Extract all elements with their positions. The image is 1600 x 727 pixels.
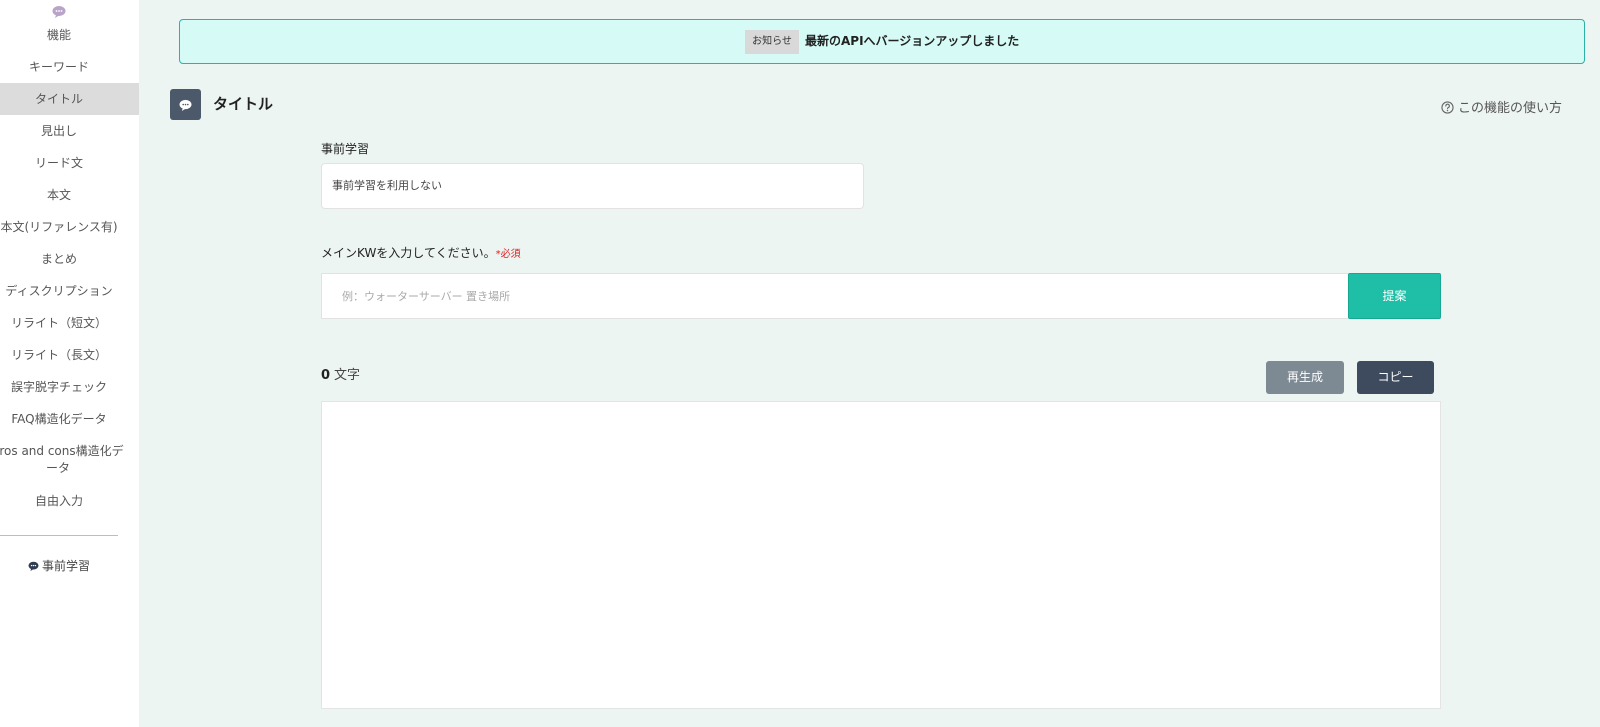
char-count-value: 0: [321, 368, 331, 383]
pretrain-label: 事前学習: [321, 142, 370, 156]
sidebar-item-label: 見出し: [40, 124, 77, 138]
pretrain-select[interactable]: 事前学習を利用しない: [321, 163, 864, 209]
output-textarea[interactable]: [321, 401, 1441, 709]
sidebar-item-label: ディスクリプション: [5, 284, 113, 298]
notice-message: 最新のAPIへバージョンアップしました: [805, 34, 1020, 48]
pretrain-select-value: 事前学習を利用しない: [332, 179, 442, 192]
sidebar-item-label: リード文: [34, 156, 83, 170]
sidebar-item-pros-cons-structured[interactable]: Pros and cons構造化データ: [0, 435, 139, 485]
sidebar-item-label: まとめ: [40, 252, 77, 266]
notice-banner: お知らせ 最新のAPIへバージョンアップしました: [179, 19, 1585, 64]
chat-bubble-icon: [28, 561, 39, 571]
kw-label: メインKWを入力してください。*必須: [321, 244, 521, 261]
question-circle-icon: [1441, 101, 1454, 114]
page-title: タイトル: [213, 95, 274, 113]
sidebar-item-body[interactable]: 本文: [0, 179, 139, 211]
char-count: 0 文字: [321, 364, 360, 383]
sidebar: 機能 キーワード タイトル 見出し リード文 本文 本文(リファレンス有) まと…: [0, 0, 139, 727]
sidebar-item-keyword[interactable]: キーワード: [0, 51, 139, 83]
chat-bubble-icon: [170, 89, 201, 120]
chat-bubble-glyph: [179, 99, 192, 111]
copy-button[interactable]: コピー: [1357, 361, 1434, 394]
sidebar-pretrain-label: 事前学習: [41, 559, 90, 573]
sidebar-pretrain-link[interactable]: 事前学習: [0, 557, 118, 574]
notice-badge: お知らせ: [745, 30, 799, 54]
sidebar-item-label: 本文: [46, 188, 71, 202]
sidebar-divider: [0, 535, 118, 536]
sidebar-item-title[interactable]: タイトル: [0, 83, 139, 115]
sidebar-item-description[interactable]: ディスクリプション: [0, 275, 139, 307]
sidebar-item-rewrite-short[interactable]: リライト（短文）: [0, 307, 139, 339]
sidebar-item-lead[interactable]: リード文: [0, 147, 139, 179]
sidebar-item-label: 自由入力: [34, 494, 83, 508]
sidebar-item-label: タイトル: [34, 92, 83, 106]
suggest-button[interactable]: 提案: [1348, 273, 1441, 319]
sidebar-item-label: 誤字脱字チェック: [10, 380, 107, 394]
sidebar-item-label: 本文(リファレンス有): [0, 220, 118, 234]
char-count-unit: 文字: [334, 368, 361, 383]
sidebar-item-typo-check[interactable]: 誤字脱字チェック: [0, 371, 139, 403]
sidebar-item-free-input[interactable]: 自由入力: [0, 485, 139, 517]
sidebar-header: 機能: [46, 28, 71, 42]
sidebar-item-label: Pros and cons構造化データ: [0, 444, 124, 475]
main-keyword-input[interactable]: [321, 273, 1348, 319]
sidebar-menu: キーワード タイトル 見出し リード文 本文 本文(リファレンス有) まとめ デ…: [0, 51, 139, 517]
sidebar-item-rewrite-long[interactable]: リライト（長文）: [0, 339, 139, 371]
help-link-label: この機能の使い方: [1458, 101, 1563, 116]
sidebar-item-headings[interactable]: 見出し: [0, 115, 139, 147]
sidebar-item-label: キーワード: [28, 60, 89, 74]
kw-label-text: メインKWを入力してください。: [321, 246, 496, 260]
sidebar-item-label: FAQ構造化データ: [11, 412, 107, 426]
sidebar-item-summary[interactable]: まとめ: [0, 243, 139, 275]
sidebar-item-label: リライト（長文）: [10, 348, 107, 362]
chat-bubble-icon: [52, 6, 66, 18]
help-link[interactable]: この機能の使い方: [1441, 97, 1562, 116]
regenerate-button[interactable]: 再生成: [1266, 361, 1344, 394]
required-mark: *必須: [495, 249, 521, 260]
sidebar-item-label: リライト（短文）: [10, 316, 107, 330]
sidebar-item-faq-structured[interactable]: FAQ構造化データ: [0, 403, 139, 435]
sidebar-item-body-reference[interactable]: 本文(リファレンス有): [0, 211, 139, 243]
